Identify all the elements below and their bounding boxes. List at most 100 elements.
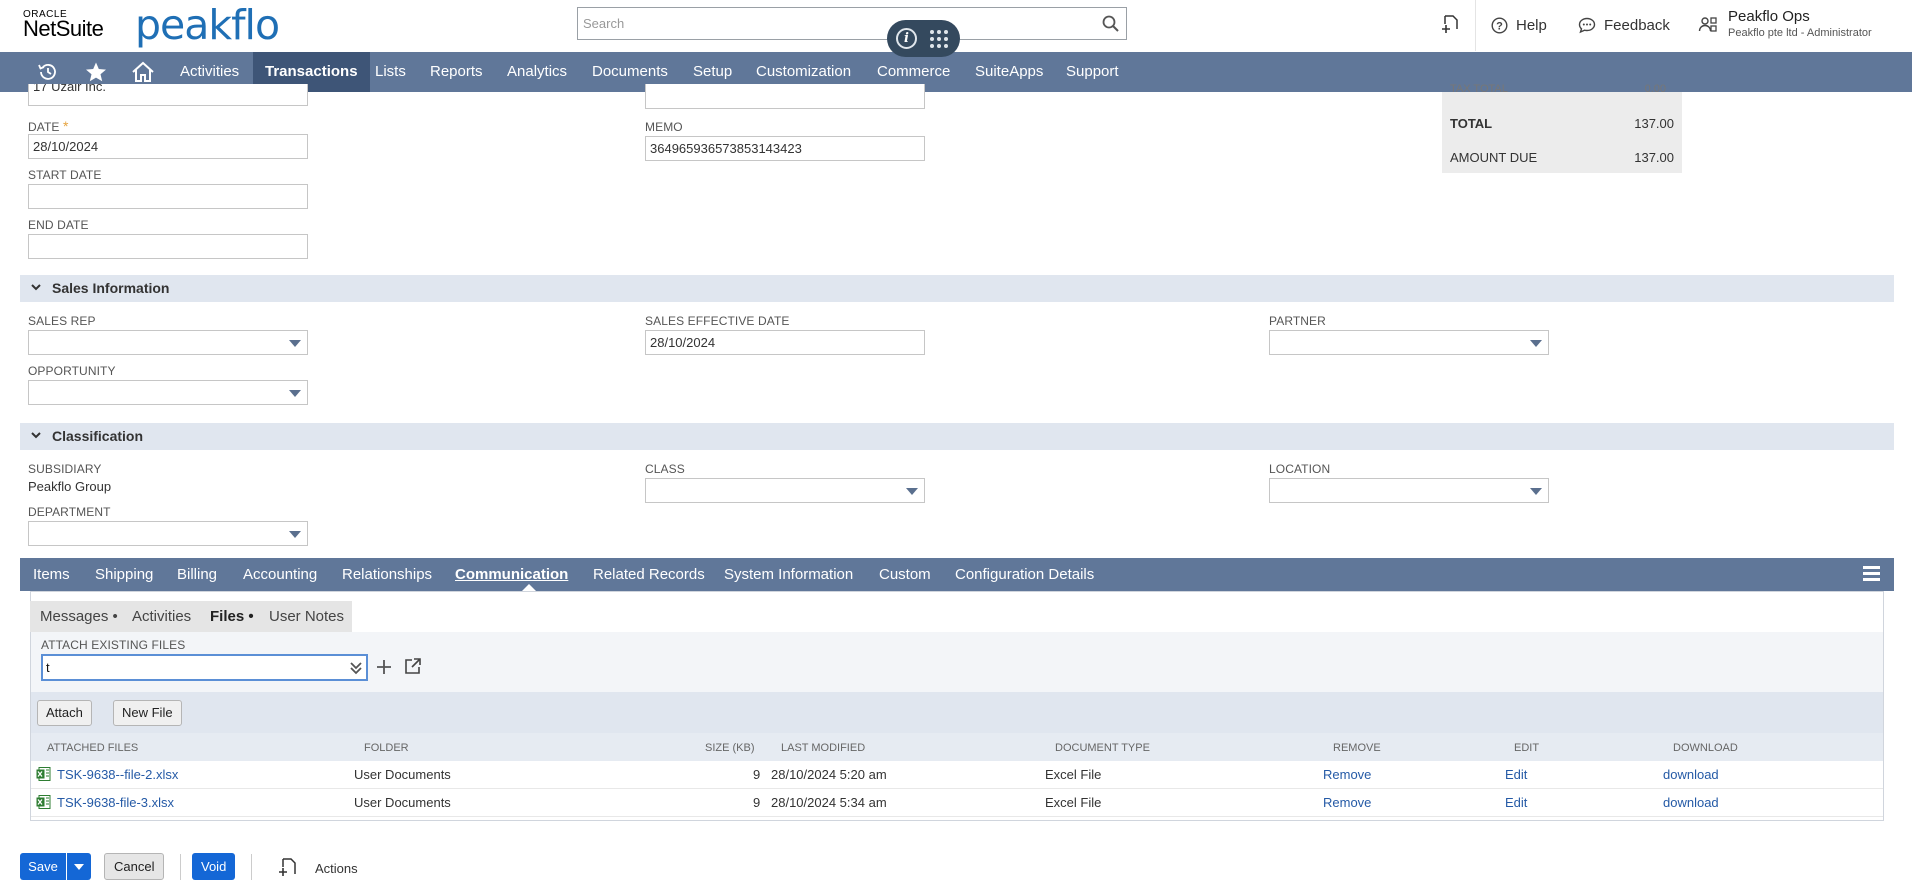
actions-menu[interactable]: Actions	[315, 861, 358, 876]
col-folder[interactable]: FOLDER	[364, 742, 409, 754]
actions-icon[interactable]	[278, 857, 298, 879]
apps-grid-icon[interactable]	[930, 30, 948, 48]
col-size[interactable]: SIZE (KB)	[705, 742, 755, 754]
attach-file-input[interactable]: t	[41, 654, 368, 681]
subtab-files[interactable]: Files •	[210, 601, 254, 632]
excel-file-icon	[36, 767, 51, 781]
save-button[interactable]: Save	[20, 853, 66, 880]
file-folder: User Documents	[354, 767, 451, 782]
col-download[interactable]: DOWNLOAD	[1673, 742, 1738, 754]
help-link[interactable]: ? Help	[1491, 0, 1547, 51]
feedback-link[interactable]: Feedback	[1578, 0, 1670, 51]
subtab-user-notes[interactable]: User Notes	[269, 601, 344, 632]
new-file-button[interactable]: New File	[113, 700, 182, 726]
plus-icon[interactable]	[377, 660, 391, 674]
tax-total-label: TAX TOTAL	[1450, 83, 1508, 95]
search-input[interactable]	[578, 8, 1078, 39]
tax-total-value: 0.00	[1644, 83, 1666, 95]
customer-field[interactable]: 17 Uzair Inc.	[28, 84, 308, 106]
save-options-button[interactable]	[67, 853, 91, 880]
dropdown-arrow-icon	[289, 390, 301, 397]
caret-down-icon	[74, 864, 84, 870]
col-last-modified[interactable]: LAST MODIFIED	[781, 742, 865, 754]
user-role[interactable]: Peakflo pte ltd - Administrator	[1728, 27, 1872, 39]
tab-configuration-details[interactable]: Configuration Details	[955, 558, 1094, 591]
sales-effective-date-field[interactable]: 28/10/2024	[645, 330, 925, 355]
col-attached-files[interactable]: ATTACHED FILES	[47, 742, 138, 754]
remove-link[interactable]: Remove	[1323, 795, 1371, 810]
start-date-field[interactable]	[28, 184, 308, 209]
info-icon[interactable]: i	[896, 28, 917, 49]
nav-reports[interactable]: Reports	[430, 52, 483, 92]
location-select[interactable]	[1269, 478, 1549, 503]
chevron-down-icon[interactable]	[31, 430, 41, 440]
attach-button[interactable]: Attach	[37, 700, 92, 726]
date-field[interactable]: 28/10/2024	[28, 134, 308, 159]
table-row: TSK-9638--file-2.xlsx User Documents 9 2…	[31, 761, 1883, 789]
file-document-type: Excel File	[1045, 795, 1102, 810]
total-row: TOTAL 137.00	[1450, 116, 1674, 131]
user-name[interactable]: Peakflo Ops	[1728, 8, 1810, 25]
tab-items[interactable]: Items	[33, 558, 70, 591]
po-field[interactable]	[645, 84, 925, 109]
edit-link[interactable]: Edit	[1505, 795, 1527, 810]
subtab-activities[interactable]: Activities	[132, 601, 191, 632]
amount-due-label: AMOUNT DUE	[1450, 150, 1538, 165]
chevron-down-icon[interactable]	[31, 282, 41, 292]
top-bar: ORACLE NetSuite peakflo i ? Help	[0, 0, 1912, 57]
cancel-button[interactable]: Cancel	[104, 853, 165, 880]
partner-select[interactable]	[1269, 330, 1549, 355]
file-name-link[interactable]: TSK-9638--file-2.xlsx	[57, 767, 178, 782]
double-chevron-down-icon[interactable]	[350, 661, 362, 675]
void-button[interactable]: Void	[192, 853, 236, 880]
role-switch-icon[interactable]	[1698, 15, 1718, 35]
tab-related-records[interactable]: Related Records	[593, 558, 705, 591]
subsidiary-value: Peakflo Group	[28, 479, 112, 494]
col-edit[interactable]: EDIT	[1514, 742, 1539, 754]
tab-system-information[interactable]: System Information	[724, 558, 853, 591]
department-select[interactable]	[28, 521, 308, 546]
search-icon[interactable]	[1102, 15, 1119, 32]
classification-section[interactable]: Classification	[20, 423, 1894, 450]
open-external-icon[interactable]	[404, 658, 421, 675]
tab-communication[interactable]: Communication	[455, 558, 568, 591]
recent-records-icon[interactable]	[1441, 14, 1461, 36]
global-search[interactable]	[577, 7, 1127, 40]
class-label: CLASS	[645, 462, 685, 476]
subtab-messages[interactable]: Messages •	[40, 601, 118, 632]
sales-rep-select[interactable]	[28, 330, 308, 355]
nav-analytics[interactable]: Analytics	[507, 52, 567, 92]
memo-field[interactable]: 364965936573853143423	[645, 136, 925, 161]
peakflo-logo[interactable]: peakflo	[135, 1, 280, 49]
amount-due-row: AMOUNT DUE 137.00	[1450, 150, 1674, 165]
col-document-type[interactable]: DOCUMENT TYPE	[1055, 742, 1150, 754]
col-remove[interactable]: REMOVE	[1333, 742, 1381, 754]
subsidiary-label: SUBSIDIARY	[28, 462, 102, 476]
download-link[interactable]: download	[1663, 795, 1719, 810]
sales-information-section[interactable]: Sales Information	[20, 275, 1894, 302]
tab-billing[interactable]: Billing	[177, 558, 217, 591]
divider	[1475, 0, 1476, 51]
partner-label: PARTNER	[1269, 314, 1326, 328]
tab-shipping[interactable]: Shipping	[95, 558, 153, 591]
floating-toolbar: i	[887, 20, 960, 57]
nav-lists[interactable]: Lists	[375, 52, 406, 92]
remove-link[interactable]: Remove	[1323, 767, 1371, 782]
tax-total-row: TAX TOTAL 0.00	[1450, 83, 1674, 95]
opportunity-select[interactable]	[28, 380, 308, 405]
file-size: 9	[753, 767, 761, 782]
end-date-field[interactable]	[28, 234, 308, 259]
nav-support[interactable]: Support	[1066, 52, 1119, 92]
tab-relationships[interactable]: Relationships	[342, 558, 432, 591]
nav-suiteapps[interactable]: SuiteApps	[975, 52, 1043, 92]
download-link[interactable]: download	[1663, 767, 1719, 782]
active-tab-indicator	[522, 584, 536, 591]
class-select[interactable]	[645, 478, 925, 503]
hamburger-menu-icon[interactable]	[1863, 566, 1880, 582]
tab-accounting[interactable]: Accounting	[243, 558, 317, 591]
edit-link[interactable]: Edit	[1505, 767, 1527, 782]
file-name-link[interactable]: TSK-9638-file-3.xlsx	[57, 795, 174, 810]
tab-custom[interactable]: Custom	[879, 558, 931, 591]
netsuite-logo-text[interactable]: NetSuite	[23, 16, 104, 42]
divider	[251, 854, 252, 880]
